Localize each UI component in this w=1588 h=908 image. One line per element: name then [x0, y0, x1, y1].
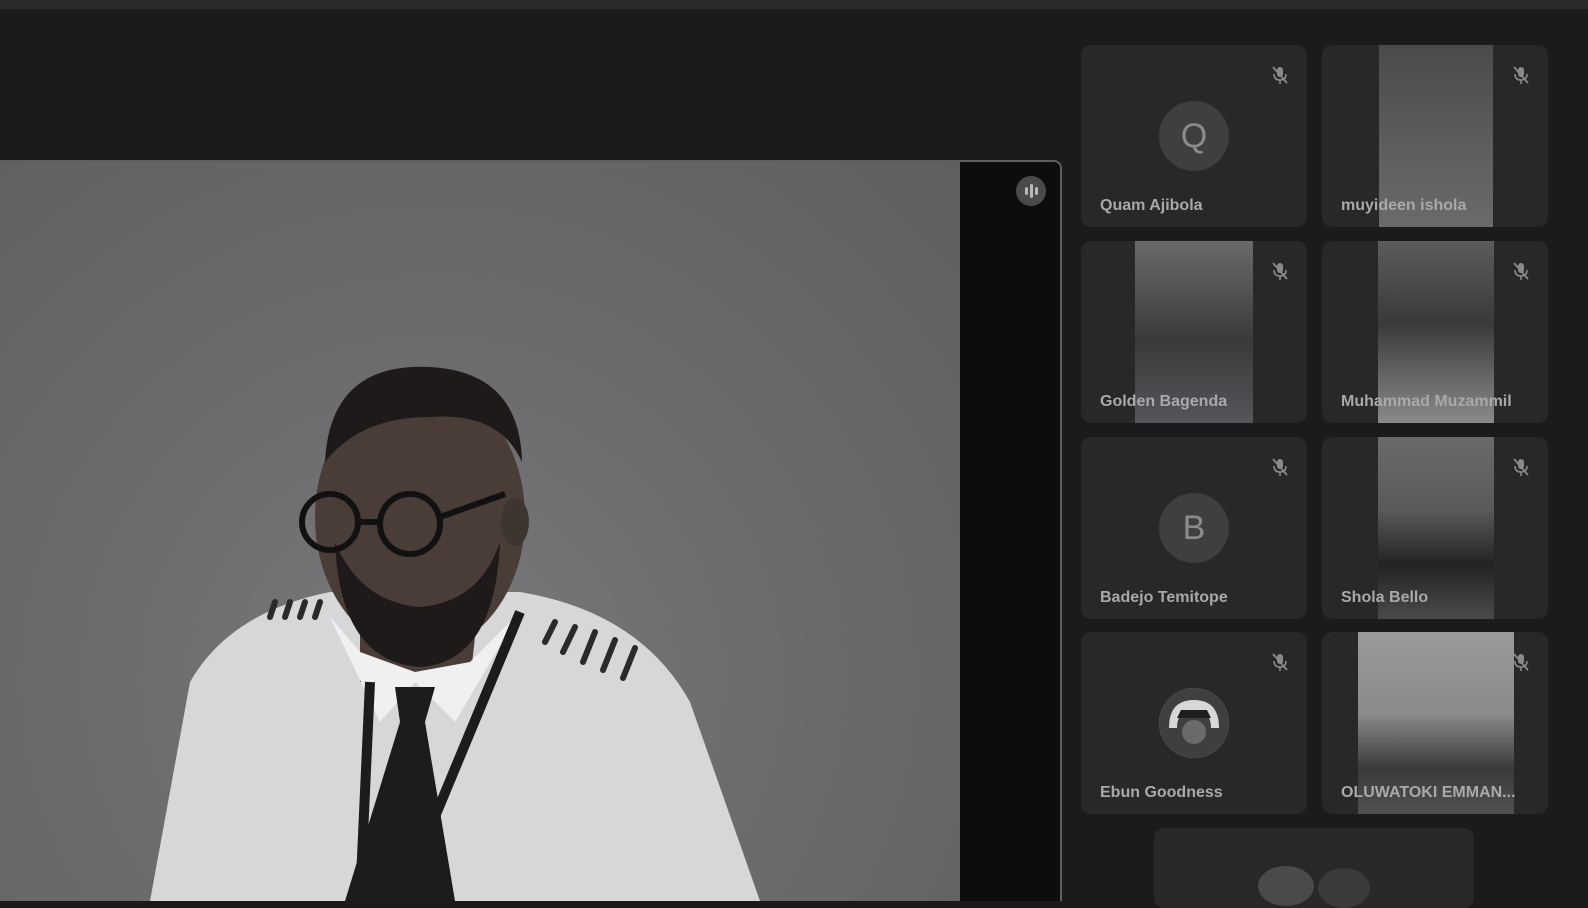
participant-tile[interactable]: Ebun Goodness — [1081, 632, 1307, 814]
speaker-figure — [150, 366, 760, 901]
speaker-video — [0, 162, 960, 901]
participant-name: Ebun Goodness — [1100, 784, 1223, 801]
participant-tile[interactable]: B Badejo Temitope — [1081, 437, 1307, 619]
mic-off-icon — [1272, 458, 1288, 476]
mic-off-icon — [1272, 262, 1288, 280]
participant-tile[interactable]: OLUWATOKI EMMAN... — [1322, 632, 1548, 814]
mic-off-icon — [1272, 66, 1288, 84]
mic-off-icon — [1513, 458, 1529, 476]
participant-name: Quam Ajibola — [1100, 197, 1203, 214]
mic-off-icon — [1513, 262, 1529, 280]
participant-tile[interactable]: Shola Bello — [1322, 437, 1548, 619]
participant-name: Shola Bello — [1341, 589, 1429, 606]
participant-tile[interactable]: Q Quam Ajibola — [1081, 45, 1307, 227]
participant-tile[interactable] — [1154, 828, 1474, 908]
participant-video — [1258, 866, 1370, 908]
avatar: B — [1159, 493, 1229, 563]
participant-tile[interactable]: muyideen ishola — [1322, 45, 1548, 227]
participant-name: Badejo Temitope — [1100, 589, 1228, 606]
mic-off-icon — [1513, 653, 1529, 671]
participant-name: muyideen ishola — [1341, 197, 1467, 214]
main-stage[interactable] — [0, 160, 1062, 901]
participant-tile[interactable]: Golden Bagenda — [1081, 241, 1307, 423]
mic-off-icon — [1272, 653, 1288, 671]
profile-image-icon — [1159, 688, 1229, 758]
mic-off-icon — [1513, 66, 1529, 84]
avatar: Q — [1159, 101, 1229, 171]
avatar — [1159, 688, 1229, 758]
audio-levels-icon — [1016, 176, 1046, 206]
participant-name: OLUWATOKI EMMAN... — [1341, 784, 1516, 801]
participant-tile[interactable]: Muhammad Muzammil — [1322, 241, 1548, 423]
participant-name: Golden Bagenda — [1100, 393, 1228, 410]
participant-name: Muhammad Muzammil — [1341, 393, 1512, 410]
top-bar — [0, 0, 1588, 9]
